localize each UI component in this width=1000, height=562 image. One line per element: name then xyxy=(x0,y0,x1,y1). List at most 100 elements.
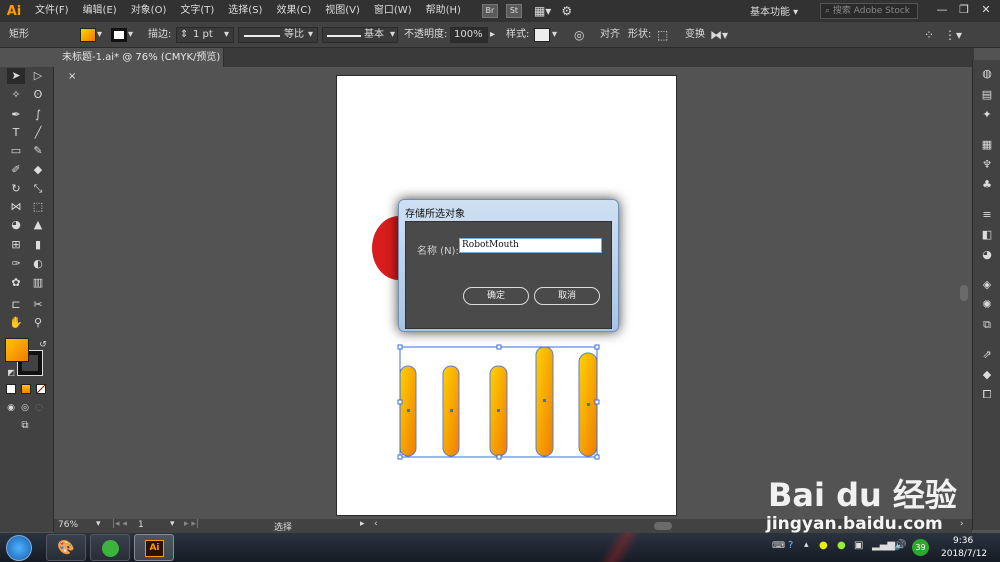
chevron-down-icon[interactable]: ▾ xyxy=(96,519,101,529)
rectangle-tool-icon[interactable]: ▭ xyxy=(7,143,25,159)
zoom-tool-icon[interactable]: ⚲ xyxy=(29,315,47,331)
eraser-icon[interactable]: ◆ xyxy=(29,162,47,178)
name-input[interactable]: RobotMouth xyxy=(459,238,602,253)
menu-help[interactable]: 帮助(H) xyxy=(419,0,468,22)
stroke-swatch[interactable] xyxy=(111,28,127,42)
paintbrush-icon[interactable]: ✎ xyxy=(29,143,47,159)
gpu-performance-icon[interactable]: ⚙ xyxy=(561,4,572,18)
shape-builder-icon[interactable]: ◕ xyxy=(7,217,25,233)
artboard-number[interactable]: 1 xyxy=(138,520,144,530)
gradient-panel-icon[interactable]: ◧ xyxy=(978,227,996,243)
type-tool-icon[interactable]: T xyxy=(7,125,25,141)
start-button[interactable] xyxy=(6,535,32,561)
scale-tool-icon[interactable]: ⤡ xyxy=(29,181,47,197)
zoom-level[interactable]: 76% xyxy=(58,520,78,530)
bridge-icon[interactable]: Br xyxy=(481,4,498,18)
recolor-icon[interactable]: ◎ xyxy=(574,27,584,43)
menu-edit[interactable]: 编辑(E) xyxy=(76,0,124,22)
eyedropper-icon[interactable]: ✑ xyxy=(7,256,25,272)
width-tool-icon[interactable]: ⋈ xyxy=(7,199,25,215)
color-panel-icon[interactable]: ◍ xyxy=(978,66,996,82)
brushes-icon[interactable]: ♆ xyxy=(978,157,996,173)
free-transform-icon[interactable]: ⬚ xyxy=(29,199,47,215)
gradient-mode-icon[interactable] xyxy=(21,384,31,394)
status-menu-icon[interactable]: ▸ xyxy=(360,519,365,529)
horizontal-scroll-thumb[interactable] xyxy=(654,522,672,530)
stroke-weight-stepper[interactable]: ⇕ xyxy=(180,27,188,43)
lasso-icon[interactable]: ʘ xyxy=(29,87,47,103)
stock-icon[interactable]: St xyxy=(505,4,522,18)
default-colors-icon[interactable]: ◩ xyxy=(2,365,20,381)
chevron-down-icon[interactable]: ▾ xyxy=(224,27,229,43)
chevron-down-icon[interactable]: ▾ xyxy=(170,519,175,529)
appearance-icon[interactable]: ✦ xyxy=(978,107,996,123)
graphic-styles-icon[interactable]: ◈ xyxy=(978,277,996,293)
transform-label[interactable]: 变换 xyxy=(685,27,705,43)
swatches-icon[interactable]: ▦ xyxy=(978,137,996,153)
blend-tool-icon[interactable]: ◐ xyxy=(29,256,47,272)
gradient-tool-icon[interactable]: ▮ xyxy=(29,237,47,253)
menu-file[interactable]: 文件(F) xyxy=(28,0,76,22)
clock-time[interactable]: 9:36 xyxy=(953,536,973,546)
direct-selection-tool-icon[interactable]: ▷ xyxy=(29,68,47,84)
pen-tool-icon[interactable]: ✒ xyxy=(7,107,25,123)
mesh-tool-icon[interactable]: ⊞ xyxy=(7,237,25,253)
cancel-button[interactable]: 取消 xyxy=(534,287,600,305)
menu-object[interactable]: 对象(O) xyxy=(124,0,174,22)
chevron-right-icon[interactable]: ▸ xyxy=(490,27,495,43)
close-tab-icon[interactable]: × xyxy=(68,71,76,82)
flip-icon[interactable]: ⧓▾ xyxy=(710,27,728,43)
slice-tool-icon[interactable]: ✂ xyxy=(29,297,47,313)
scroll-left-icon[interactable]: ‹ xyxy=(374,519,378,529)
clock-date[interactable]: 2018/7/12 xyxy=(941,549,987,559)
graph-tool-icon[interactable]: ▥ xyxy=(29,275,47,291)
artboard-tool-icon[interactable]: ⊏ xyxy=(7,297,25,313)
perspective-grid-icon[interactable]: ▲ xyxy=(29,217,47,233)
style-swatch[interactable] xyxy=(534,28,550,42)
libraries-icon[interactable]: ▤ xyxy=(978,87,996,103)
shaper-tool-icon[interactable]: ✐ xyxy=(7,162,25,178)
arrange-documents-icon[interactable]: ▦▾ xyxy=(534,4,551,18)
screen-mode-icon[interactable]: ⧉ xyxy=(16,418,34,434)
notification-badge[interactable]: 39 xyxy=(912,539,929,556)
color-mode-icon[interactable] xyxy=(6,384,16,394)
menu-window[interactable]: 窗口(W) xyxy=(367,0,419,22)
tray-expand-icon[interactable]: ▴ xyxy=(804,540,809,550)
image-trace-icon[interactable]: ✺ xyxy=(978,297,996,313)
artboards-icon[interactable]: ⧠ xyxy=(978,387,996,403)
stroke-dropdown-icon[interactable]: ▾ xyxy=(128,27,133,43)
none-mode-icon[interactable] xyxy=(36,384,46,394)
curvature-tool-icon[interactable]: ∫ xyxy=(29,107,47,123)
draw-inside-icon[interactable]: ◌ xyxy=(30,400,48,416)
workspace-switcher[interactable]: 基本功能 ▾ xyxy=(750,3,798,18)
symbol-sprayer-icon[interactable]: ✿ xyxy=(7,275,25,291)
minimize-button[interactable]: — xyxy=(932,2,952,18)
tray-app-icon[interactable]: ● xyxy=(837,540,846,551)
transparency-icon[interactable]: ◕ xyxy=(978,247,996,263)
menu-effect[interactable]: 效果(C) xyxy=(269,0,318,22)
menu-view[interactable]: 视图(V) xyxy=(318,0,367,22)
taskbar-illustrator[interactable]: Ai xyxy=(134,534,174,561)
first-artboard-icon[interactable]: |◂ ◂ xyxy=(112,519,127,529)
chevron-down-icon[interactable]: ▾ xyxy=(308,27,313,43)
scroll-right-icon[interactable]: › xyxy=(960,519,964,529)
fill-swatch[interactable] xyxy=(80,28,96,42)
volume-icon[interactable]: 🔊 xyxy=(894,540,906,551)
align-label[interactable]: 对齐 xyxy=(600,27,620,43)
panel-menu-icon[interactable]: ⋮▾ xyxy=(944,27,962,43)
rotate-tool-icon[interactable]: ↻ xyxy=(7,181,25,197)
chevron-down-icon[interactable]: ▾ xyxy=(552,27,557,43)
hand-tool-icon[interactable]: ✋ xyxy=(7,315,25,331)
shape-properties-icon[interactable]: ⬚ xyxy=(657,27,668,43)
asset-export-icon[interactable]: ⧉ xyxy=(978,317,996,333)
vertical-scrollbar[interactable] xyxy=(957,67,971,517)
help-icon[interactable]: ? xyxy=(788,540,793,551)
menu-type[interactable]: 文字(T) xyxy=(173,0,221,22)
menu-select[interactable]: 选择(S) xyxy=(221,0,269,22)
magic-wand-icon[interactable]: ✧ xyxy=(7,87,25,103)
layers-icon[interactable]: ◆ xyxy=(978,367,996,383)
close-button[interactable]: ✕ xyxy=(976,2,996,18)
line-tool-icon[interactable]: ╱ xyxy=(29,125,47,141)
isolate-icon[interactable]: ⁘ xyxy=(924,27,934,43)
swap-colors-icon[interactable]: ↺ xyxy=(34,337,52,353)
